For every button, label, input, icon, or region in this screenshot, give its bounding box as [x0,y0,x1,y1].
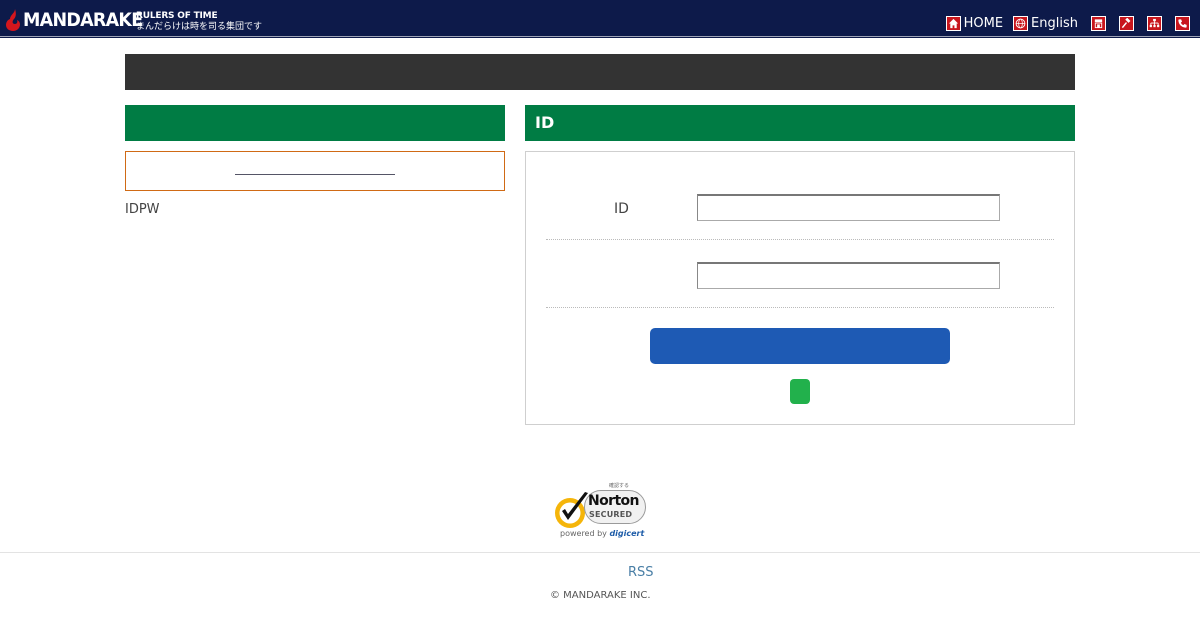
norton-secured-text: SECURED [589,510,633,519]
form-divider [546,307,1054,308]
phone-icon [1175,15,1190,31]
store-icon [1091,15,1106,31]
rss-link[interactable]: RSS [628,565,654,580]
left-section-heading [125,105,505,141]
register-box [125,151,505,191]
secondary-button[interactable] [790,379,810,404]
footer-divider [0,552,1200,553]
top-header: MANDARAKE RULERS OF TIME まんだらけは時を司る集団です … [0,0,1200,38]
nav-contact-button[interactable] [1175,15,1190,31]
login-form-box: ID [525,151,1075,425]
norton-name: Norton [588,493,640,509]
left-note-text: IDPW [125,202,160,217]
tagline-english: RULERS OF TIME [136,11,218,21]
sitemap-icon [1147,15,1162,31]
logo-text: MANDARAKE [23,9,143,31]
norton-verify-text: 確認する [609,483,630,489]
logo-tagline: RULERS OF TIME まんだらけは時を司る集団です [136,11,262,33]
tagline-japanese: まんだらけは時を司る集団です [136,22,263,32]
flame-icon [6,9,22,31]
digicert-text: digicert [609,529,645,538]
home-icon [945,15,961,31]
gavel-icon [1119,15,1134,31]
nav-home[interactable]: HOME [945,15,1004,31]
nav-english-label: English [1031,15,1078,31]
register-link[interactable] [235,174,395,175]
copyright-text: © MANDARAKE INC. [550,590,651,601]
id-label: ID [614,201,629,217]
nav-home-label: HOME [963,15,1004,31]
globe-icon [1013,15,1029,31]
id-input[interactable] [697,194,1000,221]
form-divider [546,239,1054,240]
page-title-bar [125,54,1075,90]
password-input[interactable] [697,262,1000,289]
norton-powered-by: powered by digicert [560,529,644,538]
mandarake-logo[interactable]: MANDARAKE [6,6,153,34]
header-divider [0,36,1200,37]
login-section-heading: ID [525,105,1075,141]
norton-secured-badge[interactable]: 確認する Norton SECURED powered by digicert [550,481,650,541]
header-nav: HOME English [936,15,1190,31]
powered-by-text: powered by [560,529,607,538]
nav-sitemap-button[interactable] [1147,15,1162,31]
nav-auction-button[interactable] [1119,15,1134,31]
nav-store-button[interactable] [1091,15,1106,31]
login-button[interactable] [650,328,950,364]
nav-english[interactable]: English [1013,15,1078,31]
